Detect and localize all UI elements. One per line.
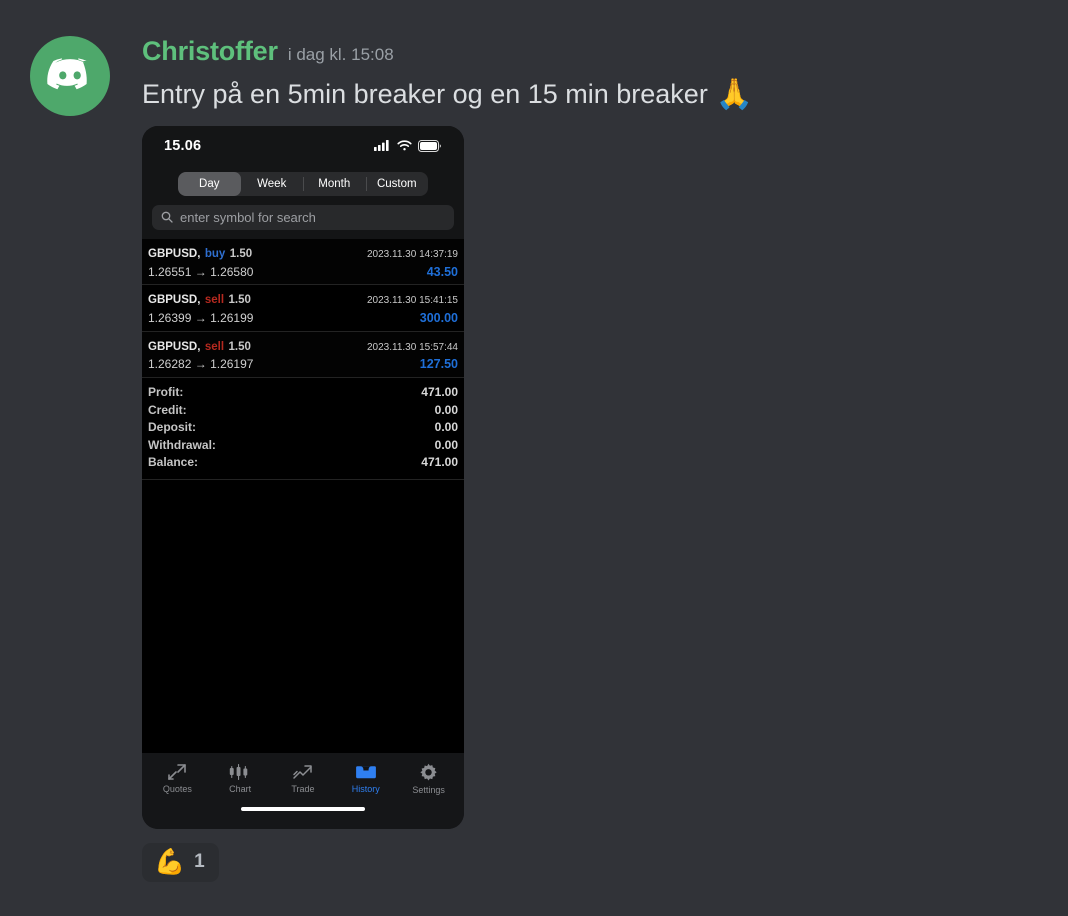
- summary-label: Deposit:: [148, 420, 196, 435]
- trade-symbol: GBPUSD,: [148, 340, 201, 353]
- summary-value: 471.00: [421, 384, 458, 399]
- cellular-signal-icon: [374, 140, 391, 152]
- table-row[interactable]: GBPUSD, sell 1.50 2023.11.30 15:57:44 1.…: [142, 331, 464, 378]
- tab-label: Quotes: [162, 783, 192, 794]
- flexed-biceps-icon: 💪: [154, 847, 186, 876]
- summary-value: 0.00: [434, 402, 458, 417]
- period-filter: Day Week Month Custom: [142, 165, 464, 196]
- bottom-tab-bar: Quotes Chart Trade History Settings: [142, 752, 464, 805]
- segment-custom[interactable]: Custom: [365, 172, 429, 196]
- wifi-icon: [397, 140, 412, 151]
- message-text-content: Entry på en 5min breaker og en 15 min br…: [142, 79, 708, 109]
- tab-trade[interactable]: Trade: [274, 763, 332, 794]
- search-icon: [161, 211, 173, 223]
- message-timestamp: i dag kl. 15:08: [287, 45, 394, 64]
- trade-volume: 1.50: [228, 340, 251, 353]
- status-bar-icons: [374, 139, 442, 152]
- tab-settings[interactable]: Settings: [400, 763, 458, 795]
- trade-volume: 1.50: [228, 294, 251, 307]
- tab-history[interactable]: History: [337, 763, 395, 794]
- arrow-right-icon: →: [194, 264, 207, 279]
- summary-label: Withdrawal:: [148, 437, 216, 452]
- trade-close-price: 1.26580: [210, 264, 254, 279]
- status-bar: 15.06: [142, 125, 464, 166]
- tab-label: Chart: [229, 783, 252, 794]
- tab-label: Trade: [291, 783, 315, 794]
- message-text: Entry på en 5min breaker og en 15 min br…: [142, 78, 1068, 112]
- home-indicator-area: [142, 804, 464, 829]
- trade-volume: 1.50: [229, 247, 253, 260]
- trade-open-price: 1.26399: [148, 310, 192, 325]
- reaction-bar: 💪 1: [142, 842, 1068, 882]
- search-placeholder: enter symbol for search: [180, 209, 316, 225]
- reaction-count: 1: [194, 851, 205, 873]
- summary-label: Balance:: [148, 455, 199, 470]
- message-header: Christoffer i dag kl. 15:08: [142, 36, 1068, 67]
- summary-label: Profit:: [148, 384, 184, 399]
- attachment-phone-screenshot[interactable]: 15.06 Day Week Month Custom enter symbol…: [142, 125, 464, 829]
- trade-open-price: 1.26551: [148, 264, 192, 279]
- summary-value: 0.00: [434, 420, 458, 435]
- discord-message: Christoffer i dag kl. 15:08 Entry på en …: [0, 0, 1068, 916]
- summary-value: 0.00: [434, 437, 458, 452]
- trade-datetime: 2023.11.30 15:41:15: [366, 295, 458, 307]
- tab-chart[interactable]: Chart: [211, 763, 269, 794]
- trade-side: sell: [204, 340, 225, 353]
- message-author[interactable]: Christoffer: [142, 36, 278, 67]
- search-area: enter symbol for search: [142, 195, 464, 239]
- tab-label: Settings: [412, 784, 445, 795]
- table-row[interactable]: GBPUSD, sell 1.50 2023.11.30 15:41:15 1.…: [142, 285, 464, 332]
- summary-label: Credit:: [148, 402, 187, 417]
- trade-datetime: 2023.11.30 14:37:19: [366, 248, 458, 260]
- trade-profit: 127.50: [419, 357, 458, 372]
- trade-trend-icon: [292, 763, 314, 781]
- trade-datetime: 2023.11.30 15:57:44: [366, 341, 458, 353]
- summary-row-credit: Credit: 0.00: [148, 402, 458, 420]
- trade-close-price: 1.26199: [210, 310, 254, 325]
- folded-hands-icon: 🙏: [715, 77, 754, 111]
- arrow-right-icon: →: [194, 357, 207, 372]
- trade-symbol: GBPUSD,: [148, 294, 201, 307]
- trade-profit: 43.50: [426, 264, 458, 279]
- trade-history-list: GBPUSD, buy 1.50 2023.11.30 14:37:19 1.2…: [142, 238, 464, 378]
- tab-quotes[interactable]: Quotes: [148, 763, 206, 794]
- reaction-flexed-biceps[interactable]: 💪 1: [142, 842, 219, 882]
- summary-row-deposit: Deposit: 0.00: [148, 419, 458, 437]
- tab-label: History: [351, 783, 380, 794]
- trade-open-price: 1.26282: [148, 357, 192, 372]
- arrow-right-icon: →: [194, 310, 207, 325]
- trade-symbol: GBPUSD,: [148, 247, 201, 260]
- avatar[interactable]: [30, 36, 110, 116]
- quotes-arrow-icon: [167, 763, 187, 781]
- account-summary: Profit: 471.00 Credit: 0.00 Deposit: 0.0…: [142, 377, 464, 481]
- battery-icon: [418, 139, 442, 152]
- home-indicator[interactable]: [241, 806, 365, 811]
- trade-side: buy: [204, 247, 226, 260]
- search-input[interactable]: enter symbol for search: [152, 204, 454, 230]
- history-inbox-icon: [355, 763, 377, 781]
- summary-row-withdrawal: Withdrawal: 0.00: [148, 437, 458, 455]
- trade-close-price: 1.26197: [210, 357, 254, 372]
- table-row[interactable]: GBPUSD, buy 1.50 2023.11.30 14:37:19 1.2…: [142, 238, 464, 286]
- trade-side: sell: [204, 294, 225, 307]
- segment-month[interactable]: Month: [303, 172, 366, 196]
- segment-week[interactable]: Week: [241, 172, 304, 196]
- segmented-control[interactable]: Day Week Month Custom: [178, 171, 429, 196]
- gear-icon: [419, 763, 438, 782]
- segment-day[interactable]: Day: [178, 171, 241, 196]
- status-bar-time: 15.06: [164, 137, 202, 154]
- discord-logo-icon: [46, 52, 94, 100]
- summary-row-profit: Profit: 471.00: [148, 384, 458, 402]
- trade-profit: 300.00: [419, 310, 458, 325]
- summary-value: 471.00: [421, 455, 458, 470]
- summary-row-balance: Balance: 471.00: [148, 454, 458, 472]
- candlestick-chart-icon: [229, 763, 251, 781]
- empty-list-area: [142, 480, 464, 753]
